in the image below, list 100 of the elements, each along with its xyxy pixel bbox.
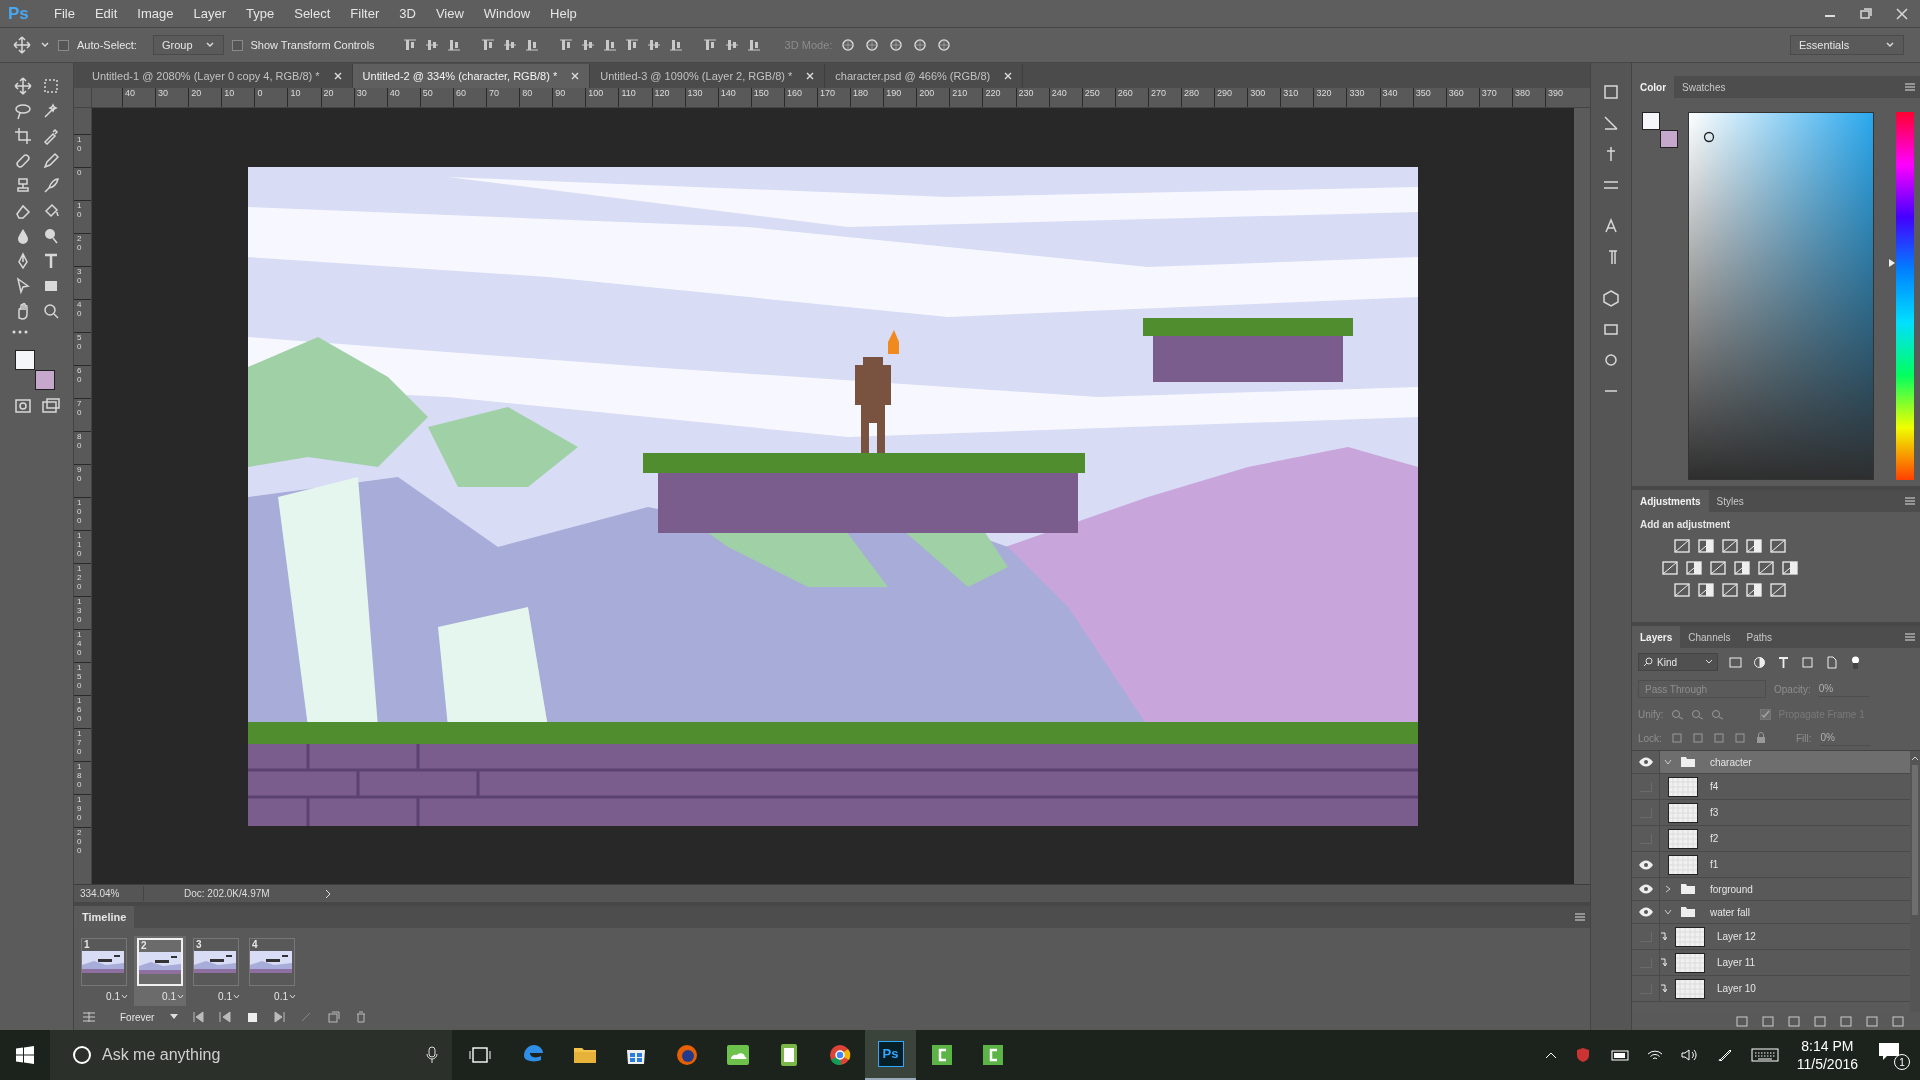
panel-menu-icon[interactable]	[1574, 912, 1586, 922]
first-frame-icon[interactable]	[192, 1011, 206, 1023]
adjustment-icon[interactable]	[1674, 582, 1690, 598]
propagate-checkbox[interactable]	[1759, 708, 1771, 720]
shield-icon[interactable]	[1574, 1047, 1591, 1063]
previous-frame-icon[interactable]	[219, 1011, 233, 1023]
adjustment-icon[interactable]	[1686, 560, 1702, 576]
menu-item[interactable]: File	[44, 3, 85, 24]
panel-icon[interactable]	[1602, 351, 1620, 369]
background-swatch[interactable]	[34, 370, 55, 390]
visibility-icon[interactable]	[1637, 907, 1654, 917]
panel-icon[interactable]	[1602, 114, 1620, 132]
scrollbar-thumb[interactable]	[1912, 765, 1918, 915]
panel-menu-icon[interactable]	[1904, 632, 1916, 642]
panel-menu-icon[interactable]	[1904, 496, 1916, 506]
duplicate-frame-icon[interactable]	[327, 1011, 341, 1023]
menu-item[interactable]: Select	[284, 3, 341, 24]
tool-icon[interactable]	[13, 102, 32, 120]
align-icon[interactable]	[502, 38, 517, 52]
foreground-swatch[interactable]	[14, 350, 35, 370]
lock-icon[interactable]	[1754, 732, 1767, 744]
close-icon[interactable]	[333, 72, 342, 80]
adjustment-icon[interactable]	[1722, 582, 1738, 598]
opacity-field[interactable]: 0%	[1818, 681, 1869, 697]
adjustment-icon[interactable]	[1770, 582, 1786, 598]
frame-delay[interactable]: 0.1	[106, 989, 130, 1004]
filter-icon[interactable]	[1849, 655, 1862, 669]
chevron-icon[interactable]	[1664, 758, 1672, 766]
close-icon[interactable]	[571, 72, 580, 80]
tool-icon[interactable]	[41, 152, 60, 170]
fill-field[interactable]: 0%	[1820, 730, 1871, 746]
search-box[interactable]: Ask me anything	[50, 1030, 452, 1080]
caret-icon[interactable]	[40, 40, 50, 50]
adjustment-icon[interactable]	[1782, 560, 1798, 576]
group-folder-icon[interactable]	[1840, 1015, 1852, 1027]
convert-icon[interactable]	[82, 1011, 96, 1023]
keyboard-icon[interactable]	[1750, 1047, 1779, 1063]
move-tool-icon[interactable]	[12, 35, 32, 55]
adjustment-icon[interactable]	[1758, 560, 1774, 576]
taskbar-app[interactable]: Ps	[865, 1030, 916, 1080]
three-d-tool-icon[interactable]	[840, 37, 857, 53]
chevron-up-icon[interactable]	[1544, 1051, 1557, 1059]
align-icon[interactable]	[646, 38, 661, 52]
fx-icon[interactable]	[1762, 1015, 1774, 1027]
align-icon[interactable]	[746, 38, 761, 52]
scroll-up-icon[interactable]	[1911, 755, 1919, 761]
chevron-icon[interactable]	[1664, 908, 1672, 916]
visibility-icon[interactable]	[1637, 757, 1654, 767]
align-icon[interactable]	[724, 38, 739, 52]
frame-delay[interactable]: 0.1	[162, 989, 186, 1004]
filter-icon[interactable]	[1825, 655, 1838, 669]
tool-icon[interactable]	[13, 152, 32, 170]
new-layer-icon[interactable]	[1866, 1015, 1878, 1027]
animation-frame[interactable]: 2 0.1	[134, 936, 186, 1006]
align-icon[interactable]	[702, 38, 717, 52]
align-icon[interactable]	[446, 38, 461, 52]
battery-icon[interactable]	[1608, 1049, 1629, 1061]
align-icon[interactable]	[558, 38, 573, 52]
adjustment-icon[interactable]	[1722, 538, 1738, 554]
workspace-dropdown[interactable]: Essentials	[1790, 35, 1904, 55]
menu-item[interactable]: Filter	[340, 3, 390, 24]
align-icon[interactable]	[668, 38, 683, 52]
stop-icon[interactable]	[246, 1011, 260, 1023]
align-icon[interactable]	[402, 38, 417, 52]
tool-icon[interactable]	[41, 77, 60, 95]
microphone-icon[interactable]	[426, 1046, 438, 1064]
three-d-tool-icon[interactable]	[912, 37, 929, 53]
adjustment-icon[interactable]	[1698, 538, 1714, 554]
align-icon[interactable]	[602, 38, 617, 52]
three-d-tool-icon[interactable]	[936, 37, 953, 53]
panel-tab[interactable]: Adjustments	[1632, 490, 1709, 512]
align-icon[interactable]	[524, 38, 539, 52]
target-dropdown[interactable]: Group	[152, 35, 224, 55]
cloud-app-icon[interactable]	[724, 1042, 751, 1068]
screen-mode-icon[interactable]	[41, 398, 60, 414]
panel-tab[interactable]: Channels	[1680, 626, 1739, 648]
adjustment-icon[interactable]	[1734, 560, 1750, 576]
close-icon[interactable]	[1004, 72, 1013, 80]
frame-delay[interactable]: 0.1	[218, 989, 242, 1004]
show-transform-checkbox[interactable]	[231, 39, 243, 51]
visibility-icon[interactable]	[1637, 859, 1654, 870]
background-swatch[interactable]	[1660, 130, 1678, 148]
loop-dropdown[interactable]: Forever	[110, 1009, 179, 1025]
auto-select-checkbox[interactable]	[58, 39, 69, 51]
panel-icon[interactable]	[1602, 289, 1620, 307]
panel-tab[interactable]: Color	[1632, 76, 1675, 98]
align-icon[interactable]	[480, 38, 495, 52]
more-tools-icon[interactable]	[11, 328, 29, 336]
frame-delay[interactable]: 0.1	[274, 989, 298, 1004]
task-view-icon[interactable]	[469, 1046, 491, 1064]
chevron-right-icon[interactable]	[324, 888, 332, 899]
three-d-tool-icon[interactable]	[888, 37, 905, 53]
panel-tab[interactable]: Paths	[1738, 626, 1781, 648]
adjustment-icon[interactable]	[1698, 582, 1714, 598]
mask-icon[interactable]	[1788, 1015, 1800, 1027]
panel-tab[interactable]: Swatches	[1674, 76, 1734, 98]
adjustment-icon[interactable]	[1746, 582, 1762, 598]
panel-tab[interactable]: Styles	[1708, 490, 1752, 512]
link-icon[interactable]	[1736, 1015, 1748, 1027]
notification-icon[interactable]	[1878, 1042, 1900, 1062]
